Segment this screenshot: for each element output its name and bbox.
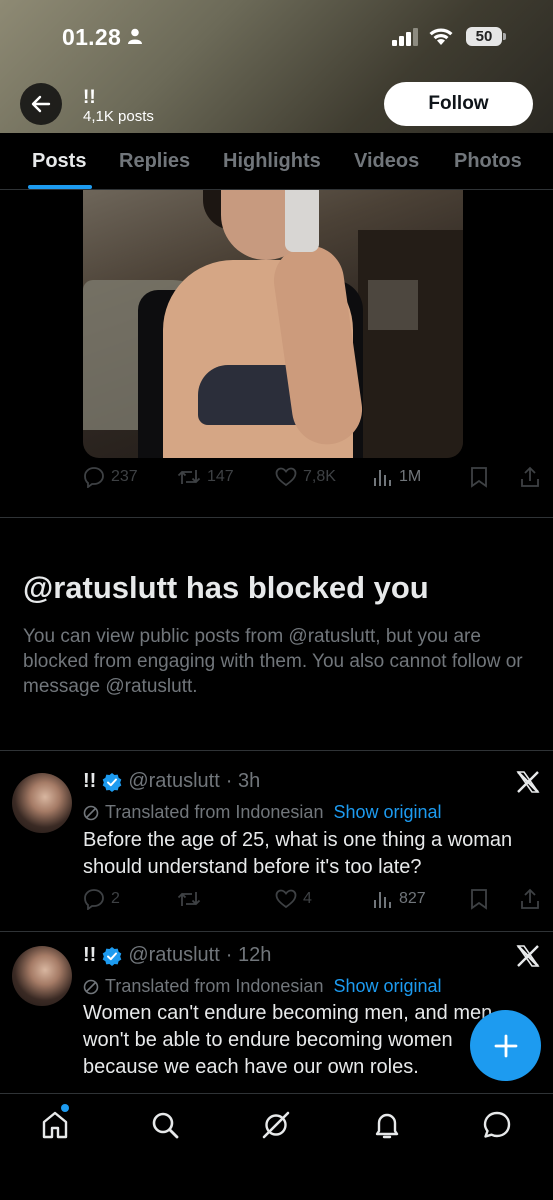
translate-icon [83, 805, 99, 820]
battery-level: 50 [475, 28, 493, 45]
divider [0, 517, 553, 518]
x-logo-icon [516, 770, 540, 799]
like-button[interactable]: 4 [275, 888, 312, 910]
heart-icon [275, 467, 297, 487]
battery-icon: 50 [466, 27, 502, 46]
avatar[interactable] [12, 773, 72, 833]
views-icon [374, 892, 391, 908]
share-button[interactable] [519, 466, 541, 488]
repost-button[interactable]: 147 [177, 466, 234, 488]
tweet-author-name[interactable]: !! [83, 770, 96, 793]
photo-shelf-shape [358, 230, 463, 458]
blocked-description: You can view public posts from @ratuslut… [23, 626, 523, 697]
compose-button[interactable] [470, 1010, 541, 1081]
reply-count: 237 [111, 468, 138, 485]
tweet-handle[interactable]: @ratuslutt [128, 944, 219, 967]
bottom-navigation [0, 1093, 553, 1200]
divider [0, 750, 553, 751]
tweet-header: !! @ratuslutt · 12h [83, 944, 271, 967]
translated-label: Translated from Indonesian [105, 976, 324, 996]
repost-button[interactable] [177, 888, 201, 910]
tweet-actions: 2 4 827 [83, 888, 543, 918]
post-photo[interactable] [83, 190, 463, 458]
translate-icon [83, 979, 99, 994]
tab-highlights[interactable]: Highlights [223, 150, 321, 173]
verified-badge-icon [103, 946, 122, 966]
bookmark-icon [471, 889, 487, 910]
share-icon [521, 888, 539, 909]
translated-label: Translated from Indonesian [105, 802, 324, 822]
reply-icon [84, 467, 104, 488]
repost-icon [177, 470, 201, 484]
tweet-author-name[interactable]: !! [83, 944, 96, 967]
tweet-time: · 3h [225, 770, 261, 792]
cellular-signal-icon [392, 28, 420, 51]
x-logo-icon [516, 944, 540, 973]
views-count: 1M [399, 468, 422, 485]
bookmark-icon [471, 467, 487, 488]
plus-icon [494, 1034, 517, 1057]
grok-icon[interactable] [261, 1110, 291, 1145]
active-tab-indicator [28, 185, 92, 189]
reply-icon [84, 889, 104, 910]
tab-photos[interactable]: Photos [454, 150, 522, 173]
photo-shelf-light [368, 280, 418, 330]
bookmark-button[interactable] [469, 888, 489, 910]
photo-phone-shape [285, 190, 319, 252]
share-button[interactable] [519, 888, 541, 910]
divider [0, 931, 553, 932]
reply-count: 2 [111, 890, 120, 907]
profile-post-count: 4,1K posts [83, 108, 154, 125]
profile-tabs: Posts Replies Highlights Videos Photos [0, 133, 553, 190]
heart-icon [275, 889, 297, 909]
follow-button[interactable]: Follow [384, 82, 533, 126]
repost-icon [177, 892, 201, 906]
tweet-text[interactable]: Women can't endure becoming men, and men… [83, 1000, 533, 1081]
wifi-icon [428, 26, 454, 51]
messages-icon[interactable] [482, 1110, 512, 1145]
arrow-left-icon [31, 95, 51, 113]
like-count: 7,8K [303, 468, 336, 485]
tab-posts[interactable]: Posts [32, 150, 86, 173]
bookmark-button[interactable] [469, 466, 489, 488]
like-button[interactable]: 7,8K [275, 466, 336, 488]
search-icon[interactable] [150, 1110, 180, 1145]
battery-tip [503, 33, 506, 40]
show-original-link[interactable]: Show original [333, 976, 441, 997]
avatar[interactable] [12, 946, 72, 1006]
translation-info: Translated from Indonesian Show original [83, 802, 442, 823]
share-icon [521, 466, 539, 487]
tab-replies[interactable]: Replies [119, 150, 190, 173]
views-button[interactable]: 827 [373, 888, 426, 910]
status-time: 01.28 [62, 24, 122, 50]
repost-count: 147 [207, 468, 234, 485]
views-button[interactable]: 1M [373, 466, 421, 488]
blocked-title: @ratuslutt has blocked you [23, 570, 429, 605]
profile-name: !! [83, 87, 96, 108]
post-actions: 237 147 7,8K 1M [83, 466, 543, 496]
tweet-header: !! @ratuslutt · 3h [83, 770, 260, 793]
tweet-text[interactable]: Before the age of 25, what is one thing … [83, 827, 533, 881]
bell-icon[interactable] [372, 1110, 402, 1145]
tweet-time: · 12h [225, 944, 272, 966]
views-icon [374, 470, 391, 486]
verified-badge-icon [103, 772, 122, 792]
tweet-handle[interactable]: @ratuslutt [128, 770, 219, 793]
reply-button[interactable]: 2 [83, 888, 120, 910]
views-count: 827 [399, 890, 426, 907]
like-count: 4 [303, 890, 312, 907]
home-icon[interactable] [40, 1110, 70, 1145]
status-bar: 01.28 50 [0, 20, 553, 56]
show-original-link[interactable]: Show original [333, 802, 441, 823]
tab-videos[interactable]: Videos [354, 150, 419, 173]
reply-button[interactable]: 237 [83, 466, 138, 488]
translation-info: Translated from Indonesian Show original [83, 976, 442, 997]
back-button[interactable] [20, 83, 62, 125]
person-icon [128, 28, 142, 49]
profile-header-banner: 01.28 50 !! 4,1K posts Follow [0, 0, 553, 133]
